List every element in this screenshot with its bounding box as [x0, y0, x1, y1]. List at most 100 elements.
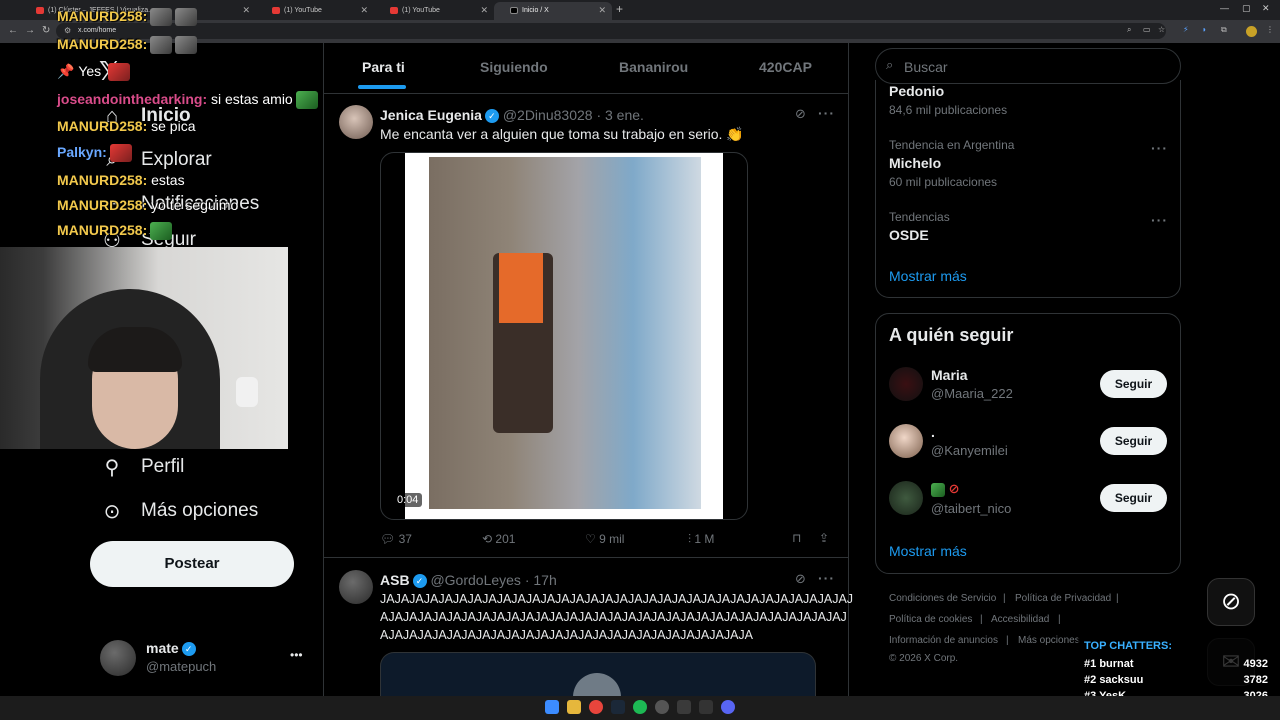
search-input[interactable]: ⌕ Buscar — [875, 48, 1181, 84]
post-text-line: JAJAJAJAJAJAJAJAJAJAJAJAJAJAJAJAJAJAJAJA… — [380, 592, 854, 606]
reload-icon[interactable]: ↻ — [42, 25, 50, 36]
suggested-user-name[interactable]: . — [931, 424, 935, 440]
extension-icon[interactable]: ⚡ — [1183, 25, 1189, 34]
footer-link[interactable]: Información de anuncios — [889, 635, 998, 646]
share-icon[interactable]: ⇪ — [819, 531, 829, 545]
grok-icon[interactable]: ⊘ — [795, 106, 806, 122]
chrome-icon[interactable] — [589, 700, 603, 714]
trend-name[interactable]: OSDE — [889, 227, 929, 243]
post-media[interactable] — [380, 652, 816, 701]
browser-tab[interactable]: (1) YouTube ✕ — [256, 2, 374, 20]
author-handle[interactable]: @GordoLeyes — [430, 572, 520, 588]
chat-emote-icon — [150, 222, 173, 241]
follow-button[interactable]: Seguir — [1100, 427, 1167, 455]
trend-name[interactable]: Pedonio — [889, 83, 944, 97]
trend-more-icon[interactable]: ··· — [1151, 140, 1168, 156]
tab-420cap[interactable]: 420CAP — [759, 59, 812, 75]
extension-icon[interactable]: ◗ — [1202, 25, 1207, 34]
footer-link[interactable]: Política de Privacidad — [1015, 593, 1111, 604]
nav-item-profile[interactable]: ⚲ Perfil — [100, 452, 185, 482]
avatar[interactable] — [889, 424, 923, 458]
youtube-favicon-icon — [390, 7, 398, 14]
nav-item-more-options[interactable]: ⊙ Más opciones — [100, 496, 259, 526]
avatar[interactable] — [339, 570, 373, 604]
extensions-puzzle-icon[interactable]: ⧉ — [1221, 25, 1227, 35]
trend-more-icon[interactable]: ··· — [1151, 212, 1168, 228]
close-tab-icon[interactable]: ✕ — [598, 5, 606, 16]
views-button[interactable]: ⫶ 1 M — [688, 532, 714, 547]
footer-link[interactable]: Política de cookies — [889, 614, 972, 625]
post-button[interactable]: Postear — [90, 541, 294, 587]
minimize-icon[interactable]: — — [1220, 3, 1229, 13]
post-more-icon[interactable]: ··· — [818, 570, 835, 586]
post-time[interactable]: · 3 ene. — [596, 107, 643, 123]
person-icon: ⚲ — [104, 456, 120, 479]
copyright: © 2026 X Corp. — [889, 653, 959, 664]
site-info-icon[interactable]: ⚙ — [64, 26, 71, 35]
close-window-icon[interactable]: ✕ — [1262, 3, 1270, 14]
tab-for-you[interactable]: Para ti — [362, 59, 405, 75]
footer-link[interactable]: Más opciones — [1018, 635, 1080, 646]
tab-following[interactable]: Siguiendo — [480, 59, 548, 75]
zoom-icon[interactable]: ⌕ — [1127, 25, 1131, 35]
forward-icon[interactable]: → — [25, 25, 35, 36]
app-icon[interactable] — [699, 700, 713, 714]
show-more-trends-link[interactable]: Mostrar más — [889, 268, 967, 284]
chat-emote-icon — [175, 8, 198, 27]
close-tab-icon[interactable]: ✕ — [360, 5, 368, 16]
suggested-user-emoji-name[interactable]: ⊘ — [931, 481, 960, 497]
footer-link[interactable]: Accesibilidad — [991, 614, 1049, 625]
maximize-icon[interactable]: ▢ — [1242, 3, 1251, 14]
reply-button[interactable]: 💬︎ 37 — [380, 532, 412, 546]
app-icon[interactable] — [677, 700, 691, 714]
bookmark-icon[interactable]: ⊓ — [792, 531, 801, 545]
trend-name[interactable]: Michelo — [889, 155, 941, 171]
author-name[interactable]: Jenica Eugenia — [380, 107, 482, 123]
tab-bananirou[interactable]: Bananirou — [619, 59, 688, 75]
repost-button[interactable]: ⟲ 201 — [482, 532, 515, 546]
author-handle[interactable]: @2Dinu83028 — [503, 107, 593, 123]
follow-button[interactable]: Seguir — [1100, 484, 1167, 512]
suggested-user-handle[interactable]: @Kanyemilei — [931, 443, 1008, 458]
chat-emote-icon — [175, 36, 198, 55]
post-time[interactable]: · 17h — [525, 572, 557, 588]
follow-button[interactable]: Seguir — [1100, 370, 1167, 398]
windows-start-icon[interactable] — [545, 700, 559, 714]
browser-menu-icon[interactable]: ⋮ — [1266, 25, 1274, 34]
close-tab-icon[interactable]: ✕ — [480, 5, 488, 16]
show-more-follow-link[interactable]: Mostrar más — [889, 543, 967, 559]
avatar[interactable] — [339, 105, 373, 139]
avatar[interactable] — [889, 367, 923, 401]
footer-separator: | — [1058, 614, 1061, 625]
footer-link[interactable]: Condiciones de Servicio — [889, 593, 996, 604]
bookmark-star-icon[interactable]: ☆ — [1158, 25, 1165, 34]
close-tab-icon[interactable]: ✕ — [242, 5, 250, 16]
back-icon[interactable]: ← — [8, 25, 18, 36]
chat-line: MANURD258: yo te seguimo — [57, 197, 239, 213]
post-more-icon[interactable]: ··· — [818, 105, 835, 121]
avatar[interactable] — [889, 481, 923, 515]
new-tab-icon[interactable]: + — [616, 2, 623, 16]
spotify-icon[interactable] — [633, 700, 647, 714]
account-more-icon[interactable]: ••• — [290, 648, 303, 662]
account-switcher[interactable]: mate ✓ @matepuch ••• — [100, 638, 310, 678]
grok-icon[interactable]: ⊘ — [795, 571, 806, 587]
suggested-user-name[interactable]: Maria — [931, 367, 968, 383]
more-options-icon: ⊙ — [103, 500, 121, 523]
post-video[interactable]: 0:04 — [380, 152, 748, 520]
browser-tab[interactable]: (1) YouTube ✕ — [374, 2, 494, 20]
suggested-user-handle[interactable]: @Maaria_222 — [931, 386, 1013, 401]
address-bar[interactable]: ⚙ x.com/home — [56, 23, 1166, 39]
grok-floating-icon[interactable]: ⊘ — [1207, 578, 1255, 626]
app-icon[interactable] — [655, 700, 669, 714]
author-name[interactable]: ASB — [380, 572, 410, 588]
who-to-follow-title: A quién seguir — [889, 325, 1014, 345]
like-button[interactable]: ♡ 9 mil — [585, 532, 624, 546]
steam-icon[interactable] — [611, 700, 625, 714]
browser-tab-active[interactable]: Inicio / X ✕ — [494, 2, 612, 20]
suggested-user-handle[interactable]: @taibert_nico — [931, 501, 1011, 516]
discord-icon[interactable] — [721, 700, 735, 714]
file-explorer-icon[interactable] — [567, 700, 581, 714]
cast-icon[interactable]: ▭ — [1143, 25, 1151, 34]
profile-avatar-icon[interactable] — [1246, 26, 1257, 37]
